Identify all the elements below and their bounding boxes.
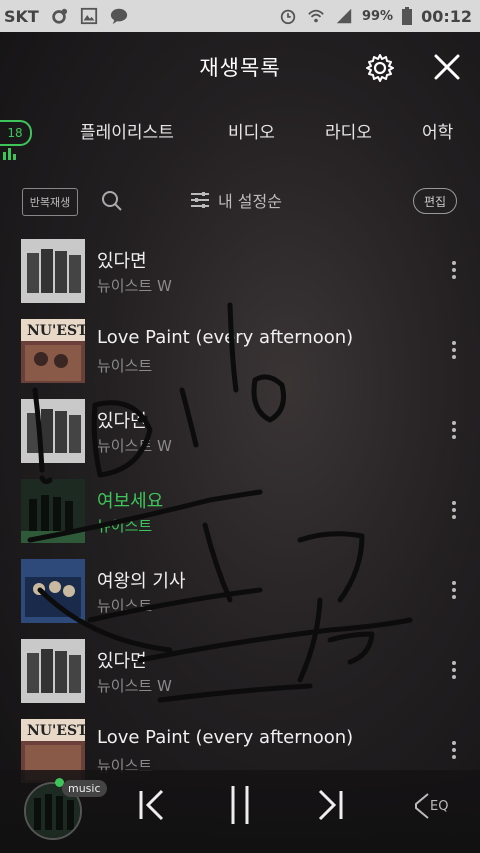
song-title: 있다면 [97,251,147,272]
more-options-icon[interactable] [448,739,460,763]
close-icon[interactable] [430,50,464,84]
song-title: 여보세요 [97,491,164,512]
song-artist: 뉴이스트 [97,357,153,375]
song-artist: 뉴이스트 W [97,437,172,455]
clock: 00:12 [421,6,472,26]
carrier-label: SKT [4,6,39,26]
header: 재생목록 [0,32,480,102]
alarm-icon [280,9,296,25]
pause-icon[interactable] [228,784,252,826]
signal-icon [336,8,352,24]
mini-player: music EQ [0,770,480,853]
edit-button[interactable]: 편집 [413,188,457,214]
song-row[interactable]: 있다면 뉴이스트 W [0,237,480,317]
more-options-icon[interactable] [448,659,460,683]
song-row[interactable]: 있다면 뉴이스트 W [0,637,480,717]
svg-text:NU'EST: NU'EST [27,723,85,739]
music-badge: music [62,780,107,797]
song-row[interactable]: NU'EST Love Paint (every afternoon) 뉴이스트 [0,317,480,397]
album-art [21,479,85,543]
svg-text:NU'EST: NU'EST [27,323,85,339]
tab-bar: 18 플레이리스트 비디오 라디오 어학 [0,110,480,160]
tab-radio[interactable]: 라디오 [325,118,372,143]
tab-video[interactable]: 비디오 [228,118,275,143]
song-row[interactable]: 여왕의 기사 뉴이스트 [0,557,480,637]
battery-percent: 99% [361,8,394,24]
album-art [21,639,85,703]
more-options-icon[interactable] [448,339,460,363]
song-artist: 뉴이스트 W [97,277,172,295]
message-icon [110,8,127,25]
gallery-icon [80,7,97,25]
sort-sliders-icon [191,192,209,208]
equalizer-button[interactable]: EQ [414,792,448,820]
album-art: NU'EST [21,319,85,383]
tab-language[interactable]: 어학 [422,118,453,143]
status-bar: SKT 99% 00:12 [0,0,480,32]
song-title: 있다면 [97,411,147,432]
sort-label: 내 설정순 [218,192,282,211]
album-art [21,399,85,463]
song-title: 있다면 [97,651,147,672]
search-icon[interactable] [100,189,124,213]
song-artist: 뉴이스트 [97,517,153,535]
song-title: Love Paint (every afternoon) [97,327,354,348]
previous-track-icon[interactable] [138,788,166,822]
repeat-button[interactable]: 반복재생 [22,188,78,216]
song-artist: 뉴이스트 [97,597,153,615]
song-row-now-playing[interactable]: 여보세요 뉴이스트 [0,477,480,557]
album-art [21,239,85,303]
song-title: Love Paint (every afternoon) [97,727,354,748]
next-track-icon[interactable] [316,788,344,822]
song-row[interactable]: 있다면 뉴이스트 W [0,397,480,477]
sort-selector[interactable]: 내 설정순 [190,188,282,212]
settings-gear-icon[interactable] [364,52,396,84]
more-options-icon[interactable] [448,259,460,283]
album-art [21,559,85,623]
eq-label: EQ [430,798,449,814]
more-options-icon[interactable] [448,419,460,443]
speaker-icon [415,793,429,819]
tab-current-count[interactable]: 18 [0,120,32,146]
more-options-icon[interactable] [448,579,460,603]
tab-playlist[interactable]: 플레이리스트 [80,118,174,143]
wifi-icon [308,9,324,23]
playing-eq-icon [3,148,16,160]
song-title: 여왕의 기사 [97,571,186,592]
page-title: 재생목록 [199,56,281,80]
song-list: 있다면 뉴이스트 W NU'EST Love Paint (every afte… [0,237,480,797]
battery-icon [402,7,413,25]
notification-icon [52,8,67,24]
more-options-icon[interactable] [448,499,460,523]
playlist-toolbar: 반복재생 내 설정순 편집 [0,182,480,218]
song-artist: 뉴이스트 W [97,677,172,695]
